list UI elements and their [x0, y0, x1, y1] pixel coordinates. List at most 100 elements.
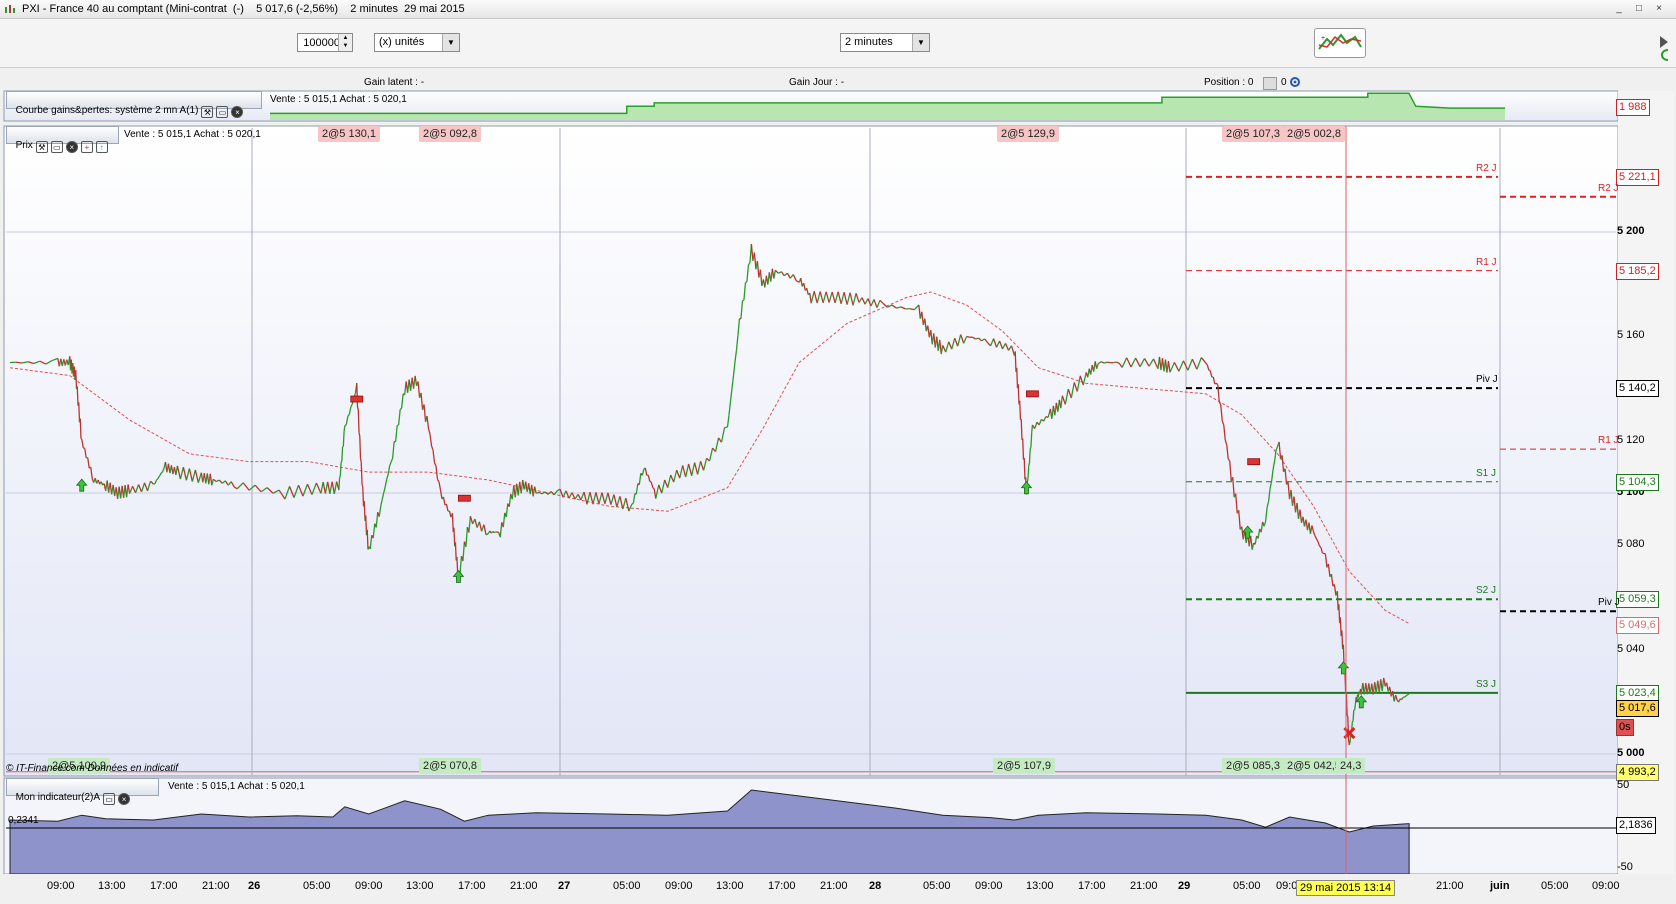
- pivot-label: R1 J: [1598, 435, 1619, 447]
- price-segment: [1022, 438, 1025, 460]
- price-segment: [1016, 367, 1019, 389]
- close-icon[interactable]: ×: [118, 793, 131, 805]
- indicator-panel-header: Mon indicateur(2)A ▭ ×: [6, 778, 159, 805]
- sell-marker-icon: [1247, 458, 1261, 466]
- time-label: 05:00: [303, 880, 331, 892]
- price-segment: [1014, 351, 1017, 372]
- time-label: 13:00: [98, 880, 126, 892]
- wrench-icon[interactable]: ⚒: [35, 141, 48, 153]
- price-segment: [1023, 457, 1026, 480]
- price-tick: 5 160: [1617, 329, 1645, 342]
- price-segment: [724, 426, 728, 429]
- price-panel: [3, 125, 1619, 777]
- sell-marker-icon: [350, 395, 364, 403]
- price-segment: [1322, 552, 1325, 555]
- time-label: 21:00: [510, 880, 538, 892]
- price-segment: [338, 477, 341, 491]
- copyright-notice: © IT-Finance.com Données en indicatif: [6, 763, 179, 774]
- price-segment: [358, 432, 361, 437]
- pivot-label: S3 J: [1476, 678, 1497, 690]
- close-icon[interactable]: ×: [231, 106, 244, 118]
- price-segment: [1352, 710, 1355, 721]
- price-segment: [343, 425, 346, 432]
- trade-tag-bottom: 24,3: [1336, 758, 1366, 774]
- time-label: 17:00: [458, 880, 486, 892]
- close-icon[interactable]: ×: [65, 141, 78, 153]
- price-panel-title: Prix: [15, 140, 33, 151]
- price-segment: [535, 491, 540, 494]
- price-segment: [356, 383, 359, 407]
- price-segment: [1353, 704, 1356, 711]
- time-label: 09:00: [355, 880, 383, 892]
- price-segment: [1407, 693, 1410, 696]
- equity-axis-value: 1 988: [1616, 99, 1650, 116]
- price-segment: [342, 431, 345, 447]
- time-label: 29: [1178, 880, 1191, 892]
- time-label: 13:00: [716, 880, 744, 892]
- trade-tag-bottom: 2@5 070,8: [419, 758, 481, 774]
- price-axis-box: 5 185,2: [1616, 262, 1659, 280]
- price-segment: [359, 435, 362, 459]
- window-icon[interactable]: ▭: [50, 141, 63, 153]
- time-label: 09:00: [975, 880, 1003, 892]
- crosshair-time-label: 29 mai 2015 13:14: [1296, 880, 1396, 896]
- window-icon[interactable]: ▭: [103, 793, 116, 805]
- price-segment: [344, 424, 347, 427]
- time-label: 21:00: [1130, 880, 1158, 892]
- price-segment: [338, 475, 341, 478]
- price-axis-box: 5 059,3: [1616, 591, 1659, 609]
- price-segment: [1113, 361, 1117, 364]
- time-label: 17:00: [768, 880, 796, 892]
- price-segment: [1020, 419, 1023, 440]
- price-segment: [1019, 400, 1022, 420]
- price-segment: [1107, 361, 1111, 364]
- price-segment: [494, 531, 497, 534]
- wrench-icon[interactable]: ⚒: [201, 106, 214, 118]
- indicator-axis-top: 50: [1617, 779, 1630, 791]
- price-panel-quote: Vente : 5 015,1 Achat : 5 020,1: [124, 129, 261, 140]
- price-segment: [360, 462, 363, 485]
- time-label: 21:00: [202, 880, 230, 892]
- time-label: 21:00: [820, 880, 848, 892]
- time-label: 27: [558, 880, 571, 892]
- price-panel-header: Prix ⚒ ▭ × + ↑: [6, 126, 119, 153]
- price-axis-box: 0s: [1616, 718, 1634, 736]
- sell-order-icon[interactable]: +: [80, 141, 93, 153]
- buy-order-icon[interactable]: ↑: [95, 141, 108, 153]
- price-tick: 5 120: [1617, 433, 1645, 446]
- price-segment: [79, 418, 82, 439]
- price-tick: 5 040: [1617, 642, 1645, 655]
- price-axis-box: 5 049,6: [1616, 616, 1659, 634]
- price-segment: [76, 386, 79, 406]
- equity-panel-title: Courbe gains&pertes: système 2 mn A(1): [15, 105, 199, 116]
- price-segment: [15, 361, 23, 364]
- price-segment: [1028, 462, 1031, 467]
- price-segment: [1030, 432, 1033, 448]
- pivot-label: Piv J: [1598, 597, 1620, 609]
- time-label: 05:00: [1541, 880, 1569, 892]
- price-segment: [357, 409, 360, 433]
- equity-panel-quote: Vente : 5 015,1 Achat : 5 020,1: [270, 94, 407, 105]
- time-label: 09:00: [1592, 880, 1620, 892]
- indicator-axis-bottom: -50: [1617, 861, 1633, 873]
- time-label: 17:00: [150, 880, 178, 892]
- pivot-label: R1 J: [1476, 256, 1497, 268]
- time-label: 05:00: [613, 880, 641, 892]
- window-icon[interactable]: ▭: [216, 106, 229, 118]
- trade-tag-top: 2@5 002,8: [1283, 126, 1345, 142]
- price-segment: [359, 458, 362, 463]
- price-segment: [356, 406, 359, 410]
- price-segment: [1017, 384, 1020, 405]
- price-segment: [341, 446, 344, 462]
- price-segment: [1348, 741, 1351, 746]
- price-segment: [1346, 715, 1349, 717]
- trade-tag-top: 2@5 092,8: [419, 126, 481, 142]
- sell-marker-icon: [1026, 390, 1039, 398]
- time-label: juin: [1490, 880, 1510, 892]
- time-label: 17:00: [1078, 880, 1106, 892]
- price-segment: [75, 370, 78, 390]
- trade-tag-bottom: 2@5 107,9: [993, 758, 1055, 774]
- price-segment: [1029, 446, 1032, 450]
- price-tick: 5 080: [1617, 538, 1645, 551]
- pivot-label: S2 J: [1476, 585, 1497, 597]
